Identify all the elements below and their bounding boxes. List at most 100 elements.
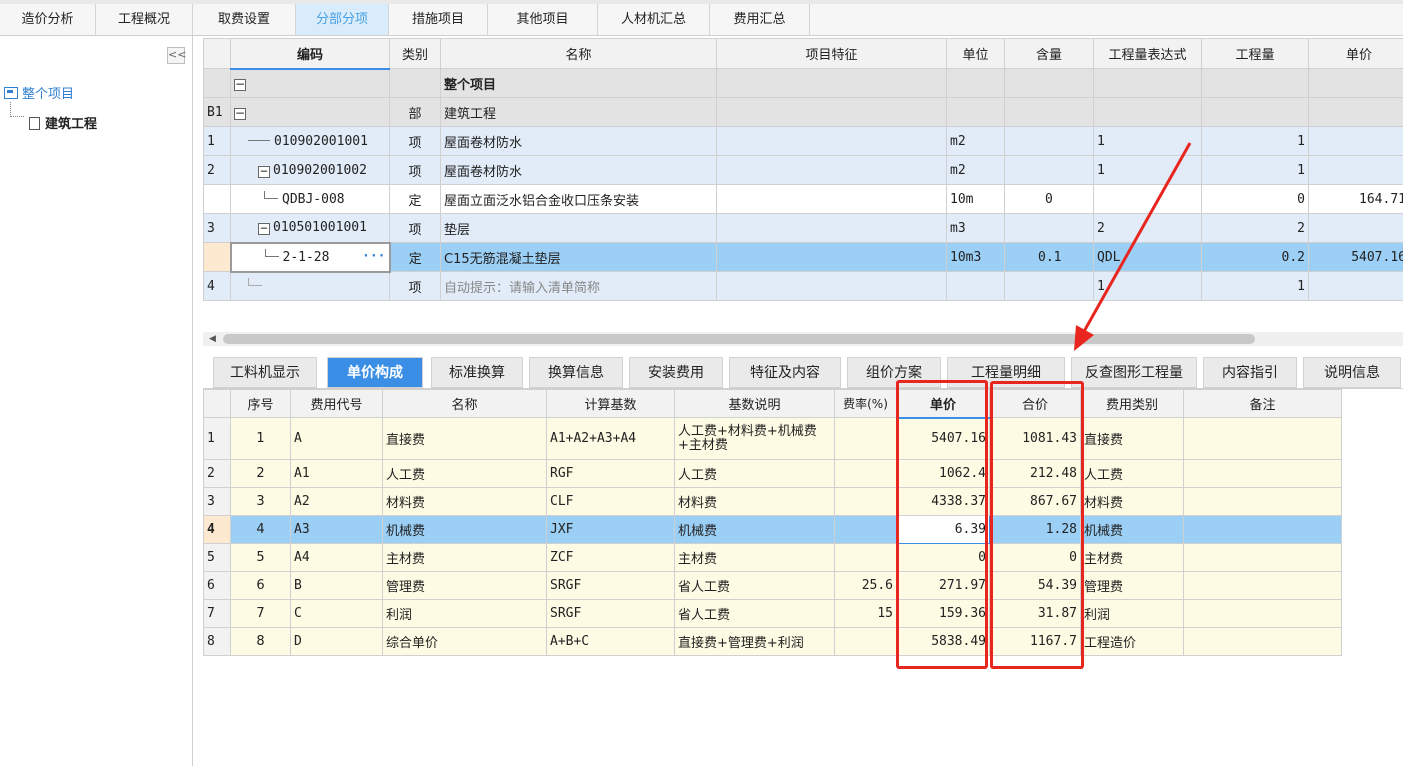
name-input-hint[interactable]: 自动提示：请输入清单简称 — [440, 271, 717, 301]
fee-code-cell[interactable]: D — [290, 627, 383, 656]
code-cell[interactable]: − — [230, 68, 390, 98]
feature-cell[interactable] — [716, 126, 947, 156]
fee-type-cell[interactable]: 主材费 — [1080, 543, 1184, 572]
seq-cell[interactable]: 3 — [230, 487, 291, 516]
fee-type-cell[interactable]: 机械费 — [1080, 515, 1184, 544]
quantity-cell[interactable]: 1 — [1201, 155, 1309, 185]
collapse-node-icon[interactable]: − — [258, 165, 270, 178]
note-cell[interactable] — [1183, 487, 1342, 516]
seq-cell[interactable]: 7 — [230, 599, 291, 628]
code-cell[interactable]: −010902001002 — [230, 155, 390, 185]
tree-node-building[interactable]: 建筑工程 — [29, 113, 97, 132]
table-row[interactable]: 7 7 C 利润 SRGF 省人工费 15 159.36 31.87 利润 — [203, 599, 1342, 628]
calc-base-cell[interactable]: SRGF — [546, 599, 675, 628]
name-cell[interactable]: 垫层 — [440, 213, 717, 243]
col-base-desc[interactable]: 基数说明 — [674, 389, 835, 418]
unit-cell[interactable]: 10m3 — [946, 242, 1005, 272]
tab-labor-material-summary[interactable]: 人材机汇总 — [598, 4, 710, 35]
more-options-button[interactable]: ··· — [362, 249, 385, 264]
fee-type-cell[interactable]: 工程造价 — [1080, 627, 1184, 656]
category-cell[interactable] — [389, 68, 441, 98]
unit-cell[interactable]: m2 — [946, 126, 1005, 156]
table-row[interactable]: 6 6 B 管理费 SRGF 省人工费 25.6 271.97 54.39 管理费 — [203, 571, 1342, 600]
name-cell[interactable]: 综合单价 — [382, 627, 547, 656]
code-cell[interactable]: 010902001001 — [230, 126, 390, 156]
table-row[interactable]: 1 010902001001 项 屋面卷材防水 m2 1 1 — [203, 126, 1403, 156]
seq-cell[interactable]: 2 — [230, 459, 291, 488]
unit-price-cell[interactable] — [1308, 271, 1403, 301]
unit-cell[interactable]: 10m — [946, 184, 1005, 214]
col-rate[interactable]: 费率(%) — [834, 389, 897, 418]
name-cell[interactable]: 机械费 — [382, 515, 547, 544]
rate-cell[interactable]: 25.6 — [834, 571, 897, 600]
quantity-cell[interactable] — [1201, 97, 1309, 127]
table-row[interactable]: QDBJ-008 定 屋面立面泛水铝合金收口压条安装 10m 0 0 164.7… — [203, 184, 1403, 214]
category-cell[interactable]: 项 — [389, 213, 441, 243]
name-cell[interactable]: 直接费 — [382, 417, 547, 460]
feature-cell[interactable] — [716, 155, 947, 185]
tree-node-whole-project[interactable]: 整个项目 — [4, 83, 74, 102]
table-row[interactable]: 8 8 D 综合单价 A+B+C 直接费+管理费+利润 5838.49 1167.7 工程造价 — [203, 627, 1342, 656]
code-cell[interactable]: QDBJ-008 — [230, 184, 390, 214]
collapse-node-icon[interactable]: − — [234, 107, 246, 120]
note-cell[interactable] — [1183, 417, 1342, 460]
base-desc-cell[interactable]: 材料费 — [674, 487, 835, 516]
unit-cell[interactable]: m2 — [946, 155, 1005, 185]
collapse-node-icon[interactable]: − — [234, 78, 246, 91]
base-desc-cell[interactable]: 主材费 — [674, 543, 835, 572]
tab-labor-material-display[interactable]: 工料机显示 — [213, 357, 317, 388]
collapse-pane-button[interactable]: << — [167, 47, 186, 64]
category-cell[interactable]: 部 — [389, 97, 441, 127]
feature-cell[interactable] — [716, 97, 947, 127]
col-unit[interactable]: 单位 — [946, 38, 1005, 69]
scroll-left-icon[interactable]: ◀ — [209, 334, 216, 344]
table-row[interactable]: 2 2 A1 人工费 RGF 人工费 1062.4 212.48 人工费 — [203, 459, 1342, 488]
tab-measures[interactable]: 措施项目 — [389, 4, 488, 35]
unit-price-cell[interactable] — [1308, 155, 1403, 185]
feature-cell[interactable] — [716, 68, 947, 98]
note-cell[interactable] — [1183, 627, 1342, 656]
fee-code-cell[interactable]: A3 — [290, 515, 383, 544]
table-row[interactable]: 2 −010902001002 项 屋面卷材防水 m2 1 1 — [203, 155, 1403, 185]
table-row[interactable]: 3 −010501001001 项 垫层 m3 2 2 — [203, 213, 1403, 243]
feature-cell[interactable] — [716, 213, 947, 243]
base-desc-cell[interactable]: 人工费+材料费+机械费+主材费 — [674, 417, 835, 460]
table-row[interactable]: 4 项 自动提示：请输入清单简称 1 1 — [203, 271, 1403, 301]
base-desc-cell[interactable]: 省人工费 — [674, 571, 835, 600]
col-qty-expr[interactable]: 工程量表达式 — [1093, 38, 1202, 69]
calc-base-cell[interactable]: JXF — [546, 515, 675, 544]
col-feature[interactable]: 项目特征 — [716, 38, 947, 69]
unit-cell[interactable] — [946, 271, 1005, 301]
quantity-cell[interactable] — [1201, 68, 1309, 98]
code-cell[interactable]: − — [230, 97, 390, 127]
rate-cell[interactable] — [834, 515, 897, 544]
tab-cost-analysis[interactable]: 造价分析 — [0, 4, 96, 35]
calc-base-cell[interactable]: RGF — [546, 459, 675, 488]
unit-price-cell[interactable] — [1308, 213, 1403, 243]
unit-price-cell[interactable]: 5407.16 — [1308, 242, 1403, 272]
qty-expr-cell[interactable] — [1093, 68, 1202, 98]
tab-content-guide[interactable]: 内容指引 — [1203, 357, 1297, 388]
seq-cell[interactable]: 5 — [230, 543, 291, 572]
qty-ratio-cell[interactable] — [1004, 68, 1094, 98]
qty-expr-cell[interactable] — [1093, 97, 1202, 127]
seq-cell[interactable]: 1 — [230, 417, 291, 460]
seq-cell[interactable]: 6 — [230, 571, 291, 600]
rate-cell[interactable]: 15 — [834, 599, 897, 628]
rate-cell[interactable] — [834, 627, 897, 656]
table-row-selected[interactable]: 2-1-28 ··· 定 C15无筋混凝土垫层 10m3 0.1 QDL 0.2 … — [203, 241, 1403, 273]
col-category[interactable]: 类别 — [389, 38, 441, 69]
unit-cell[interactable] — [946, 68, 1005, 98]
col-fee-type[interactable]: 费用类别 — [1080, 389, 1184, 418]
rate-cell[interactable] — [834, 543, 897, 572]
calc-base-cell[interactable]: CLF — [546, 487, 675, 516]
code-cell[interactable]: 2-1-28 ··· — [229, 241, 391, 273]
quantity-cell[interactable]: 0 — [1201, 184, 1309, 214]
calc-base-cell[interactable]: A+B+C — [546, 627, 675, 656]
tab-installation-fee[interactable]: 安装费用 — [629, 357, 723, 388]
name-cell[interactable]: 建筑工程 — [440, 97, 717, 127]
col-calc-base[interactable]: 计算基数 — [546, 389, 675, 418]
table-row-selected[interactable]: 4 4 A3 机械费 JXF 机械费 6.39 1.28 机械费 — [203, 515, 1342, 544]
tab-graphic-quantity-lookup[interactable]: 反查图形工程量 — [1071, 357, 1197, 388]
name-cell[interactable]: 管理费 — [382, 571, 547, 600]
